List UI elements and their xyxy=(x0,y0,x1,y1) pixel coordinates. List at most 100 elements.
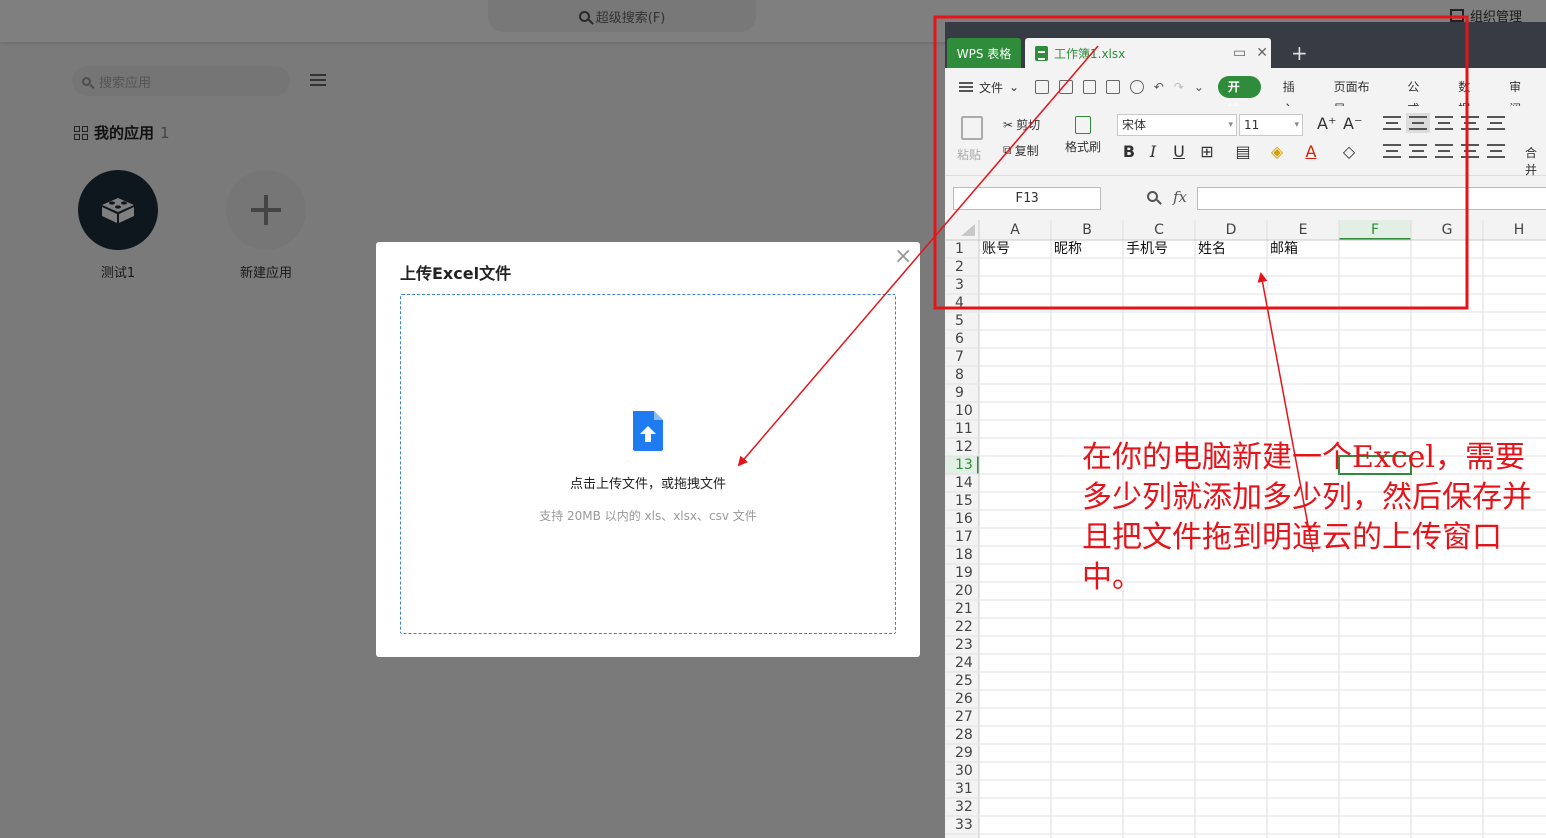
cell-style-icon[interactable]: ▤ xyxy=(1233,142,1253,161)
cell-header-a1[interactable]: 账号 xyxy=(979,240,1051,258)
row-header[interactable]: 15 xyxy=(945,492,979,510)
pdf-icon[interactable] xyxy=(1082,80,1097,94)
row-header[interactable]: 3 xyxy=(945,276,979,294)
distribute-icon[interactable] xyxy=(1487,144,1505,158)
fill-color-icon[interactable]: ◈ xyxy=(1267,142,1287,161)
tab-home[interactable]: 开始 xyxy=(1217,76,1261,116)
italic-icon[interactable]: I xyxy=(1143,142,1163,161)
redo-icon[interactable]: ↷ xyxy=(1174,80,1184,94)
justify-icon[interactable] xyxy=(1461,144,1479,158)
row-header[interactable]: 1 xyxy=(945,240,979,258)
align-center-icon[interactable] xyxy=(1409,144,1427,158)
row-header[interactable]: 4 xyxy=(945,294,979,312)
cell-header-d1[interactable]: 姓名 xyxy=(1195,240,1267,258)
row-header[interactable]: 9 xyxy=(945,384,979,402)
save-icon[interactable] xyxy=(1058,80,1073,94)
column-header-e[interactable]: E xyxy=(1267,220,1339,240)
row-header[interactable]: 8 xyxy=(945,366,979,384)
column-header-a[interactable]: A xyxy=(979,220,1051,240)
cut-button[interactable]: ✂ 剪切 xyxy=(1003,116,1040,133)
increase-font-icon[interactable]: A⁺ xyxy=(1317,114,1336,133)
merge-label[interactable]: 合并 xyxy=(1525,144,1546,178)
column-header-c[interactable]: C xyxy=(1123,220,1195,240)
row-header[interactable]: 10 xyxy=(945,402,979,420)
column-header-g[interactable]: G xyxy=(1411,220,1483,240)
name-box[interactable]: F13 xyxy=(953,187,1101,210)
row-header[interactable]: 30 xyxy=(945,762,979,780)
row-header[interactable]: 18 xyxy=(945,546,979,564)
row-header[interactable]: 25 xyxy=(945,672,979,690)
underline-icon[interactable]: U xyxy=(1169,142,1189,161)
row-header[interactable]: 20 xyxy=(945,582,979,600)
row-header[interactable]: 6 xyxy=(945,330,979,348)
print-preview-icon[interactable] xyxy=(1130,80,1144,94)
file-drop-zone[interactable]: 点击上传文件，或拖拽文件 支持 20MB 以内的 xls、xlsx、csv 文件 xyxy=(400,294,896,634)
cell-header-c1[interactable]: 手机号 xyxy=(1123,240,1195,258)
print-icon[interactable] xyxy=(1106,80,1121,94)
column-header-d[interactable]: D xyxy=(1195,220,1267,240)
cell-header-e1[interactable]: 邮箱 xyxy=(1267,240,1339,258)
row-header[interactable]: 5 xyxy=(945,312,979,330)
row-header[interactable]: 24 xyxy=(945,654,979,672)
indent-icon[interactable] xyxy=(1461,116,1479,130)
wrap-icon[interactable] xyxy=(1487,116,1505,130)
row-header[interactable]: 28 xyxy=(945,726,979,744)
tab-data[interactable]: 数据 xyxy=(1444,76,1495,116)
quick-access-dropdown-icon[interactable]: ⌄ xyxy=(1194,80,1204,94)
open-folder-icon[interactable] xyxy=(1035,80,1049,94)
row-header[interactable]: 11 xyxy=(945,420,979,438)
align-top-icon[interactable] xyxy=(1383,116,1401,130)
row-header[interactable]: 22 xyxy=(945,618,979,636)
new-tab-button[interactable]: + xyxy=(1291,40,1308,66)
row-header[interactable]: 7 xyxy=(945,348,979,366)
tab-insert[interactable]: 插入 xyxy=(1269,76,1320,116)
row-header[interactable]: 2 xyxy=(945,258,979,276)
decrease-font-icon[interactable]: A⁻ xyxy=(1343,114,1362,133)
copy-button[interactable]: ⧉ 复制 xyxy=(1003,142,1039,159)
wps-app-tab[interactable]: WPS 表格 xyxy=(947,38,1021,68)
column-header-f[interactable]: F xyxy=(1339,220,1411,240)
font-size-select[interactable]: 11 ▾ xyxy=(1239,114,1303,136)
column-header-b[interactable]: B xyxy=(1051,220,1123,240)
row-header[interactable]: 19 xyxy=(945,564,979,582)
monitor-icon[interactable]: ▭ xyxy=(1233,45,1246,61)
formula-input[interactable] xyxy=(1197,187,1546,210)
row-header[interactable]: 26 xyxy=(945,690,979,708)
row-header[interactable]: 12 xyxy=(945,438,979,456)
row-header[interactable]: 21 xyxy=(945,600,979,618)
align-right-icon[interactable] xyxy=(1435,144,1453,158)
row-header[interactable]: 32 xyxy=(945,798,979,816)
cell-header-b1[interactable]: 昵称 xyxy=(1051,240,1123,258)
paste-icon[interactable] xyxy=(961,116,983,140)
tab-formulas[interactable]: 公式 xyxy=(1393,76,1444,116)
tab-page-layout[interactable]: 页面布局 xyxy=(1320,76,1394,116)
align-middle-icon[interactable] xyxy=(1406,113,1430,133)
column-header-h[interactable]: H xyxy=(1483,220,1546,240)
tab-review[interactable]: 审阅 xyxy=(1495,76,1546,116)
undo-icon[interactable]: ↶ xyxy=(1154,80,1164,94)
paste-label[interactable]: 粘贴 xyxy=(957,146,981,163)
close-icon[interactable]: × xyxy=(894,246,912,268)
row-header[interactable]: 23 xyxy=(945,636,979,654)
row-header[interactable]: 13 xyxy=(945,456,979,474)
row-header[interactable]: 33 xyxy=(945,816,979,834)
bold-icon[interactable]: B xyxy=(1119,142,1139,161)
zoom-icon[interactable] xyxy=(1147,191,1158,202)
fx-icon[interactable]: fx xyxy=(1173,188,1187,206)
row-header[interactable]: 27 xyxy=(945,708,979,726)
document-tab[interactable]: 工作簿1.xlsx ▭ ✕ xyxy=(1025,38,1271,68)
close-tab-icon[interactable]: ✕ xyxy=(1256,45,1268,61)
row-header[interactable]: 14 xyxy=(945,474,979,492)
eraser-icon[interactable]: ◇ xyxy=(1339,142,1359,161)
row-header[interactable]: 17 xyxy=(945,528,979,546)
row-header[interactable]: 31 xyxy=(945,780,979,798)
align-left-icon[interactable] xyxy=(1383,144,1401,158)
align-bottom-icon[interactable] xyxy=(1435,116,1453,130)
borders-icon[interactable]: ⊞ xyxy=(1197,142,1217,161)
file-menu[interactable]: 文件 ⌄ xyxy=(959,79,1035,96)
row-header[interactable]: 16 xyxy=(945,510,979,528)
font-name-select[interactable]: 宋体 ▾ xyxy=(1117,114,1237,136)
format-painter-button[interactable]: 格式刷 xyxy=(1065,116,1101,155)
font-color-icon[interactable]: A xyxy=(1301,142,1321,161)
row-header[interactable]: 29 xyxy=(945,744,979,762)
